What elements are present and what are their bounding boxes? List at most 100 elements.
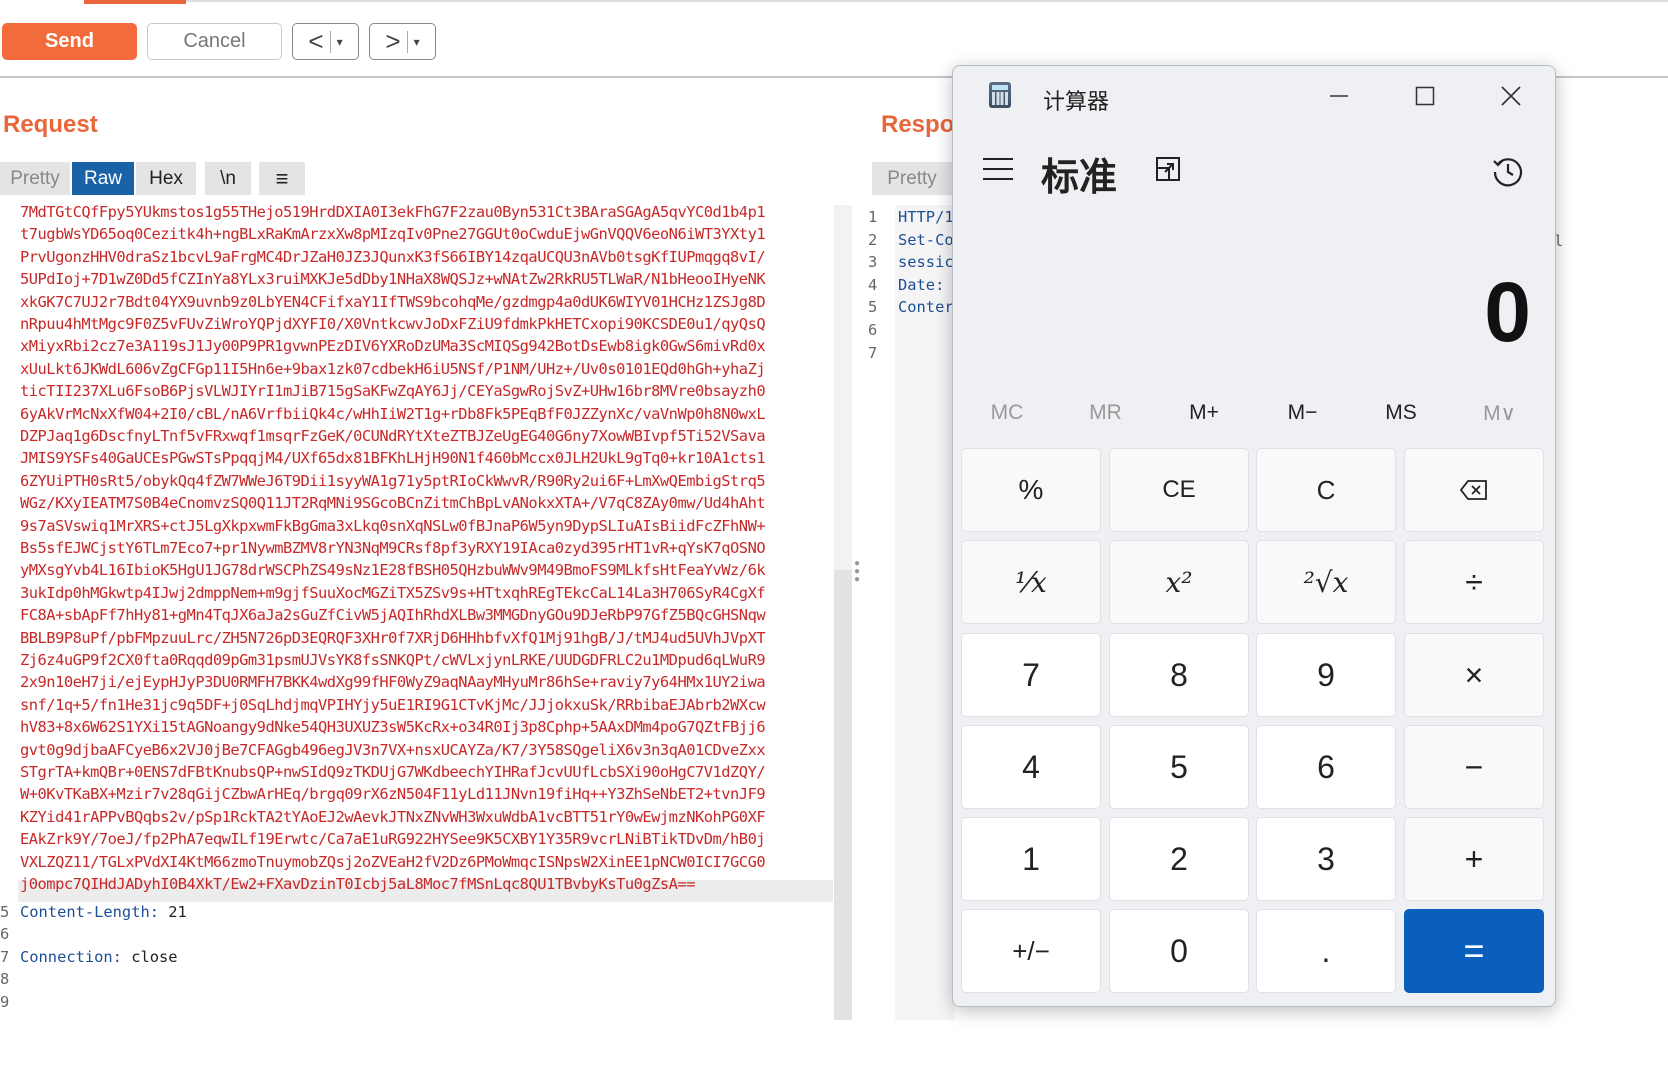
- header-name: Content-Length: [20, 903, 150, 921]
- request-body-line: nRpuu4hMtMgc9F0Z5vFUvZiWroYQPjdXYFI0/X0V…: [20, 315, 766, 333]
- send-button[interactable]: Send: [2, 23, 137, 60]
- pane-resize-handle[interactable]: ● ● ●: [852, 559, 862, 590]
- header-colon: :: [149, 903, 160, 921]
- digit-2-key[interactable]: 2: [1109, 817, 1249, 901]
- request-body-line: Bs5sfEJWCjstY6TLm7Eco7+pr1NywmBZMV8rYN3N…: [20, 539, 766, 557]
- result-display: 0: [1484, 265, 1531, 359]
- request-body-line: FC8A+sbApFf7hHy81+gMn4TqJX6aJa2sGuZfCivW…: [20, 606, 766, 625]
- minimize-icon[interactable]: [1319, 80, 1359, 112]
- response-editor-background: [895, 205, 955, 1020]
- memory-add-button[interactable]: M+: [1155, 401, 1253, 433]
- request-body-line: Zj6z4uGP9f2CX0fta0Rqqd09pGm31psmUJVsYK8f…: [20, 651, 766, 669]
- request-body-line: PrvUgonzHHV0draSz1bcvL9aFrgMC4DrJZaH0JZ3…: [20, 247, 766, 266]
- request-body-line: 9s7aSVswiq1MrXRS+ctJ5LgXkpxwmFkBgGma3xLk…: [20, 516, 766, 535]
- request-body-line: 3ukIdp0hMGkwtp4IJwj2dmppNem+m9gjfSuuXocM…: [20, 583, 766, 602]
- request-body-line: j0ompc7QIHdJADyhI0B4XkT/Ew2+FXavDzinT0Ic…: [20, 875, 695, 893]
- add-key[interactable]: +: [1404, 817, 1544, 901]
- keep-on-top-icon[interactable]: [1153, 154, 1183, 184]
- square-root-key[interactable]: ²√x: [1256, 540, 1396, 624]
- response-line: HTTP/1: [898, 208, 954, 226]
- dropdown-arrow-icon[interactable]: ▾: [337, 35, 343, 49]
- header-value: close: [121, 947, 178, 966]
- percent-key[interactable]: %: [961, 448, 1101, 532]
- request-scrollbar-thumb[interactable]: [834, 570, 852, 1020]
- digit-6-key[interactable]: 6: [1256, 725, 1396, 809]
- square-root-label: ²√x: [1303, 565, 1349, 599]
- reciprocal-key[interactable]: ⅟x: [961, 540, 1101, 624]
- response-line-number: 6: [868, 321, 878, 339]
- request-body-line: t7ugbWsYD65oq0Cezitk4h+ngBLxRaKmArzxXw8p…: [20, 225, 766, 244]
- square-label: x²: [1165, 565, 1193, 599]
- response-line: Conter: [898, 298, 954, 317]
- digit-7-key[interactable]: 7: [961, 633, 1101, 717]
- digit-8-key[interactable]: 8: [1109, 633, 1249, 717]
- request-body-line: EAkZrk9Y/7oeJ/fp2PhA7eqwILf19Erwtc/Ca7aE…: [20, 830, 766, 849]
- response-line-number: 3: [868, 253, 878, 272]
- tab-newline-toggle[interactable]: \n: [205, 162, 251, 195]
- request-body-line: gvt0g9djbaAFCyeB6x2VJ0jBe7CFAGgb496egJV3…: [20, 740, 766, 759]
- tab-pretty[interactable]: Pretty: [0, 162, 70, 195]
- button-divider: [329, 30, 331, 53]
- cancel-button[interactable]: Cancel: [147, 23, 282, 60]
- square-key[interactable]: x²: [1109, 540, 1249, 624]
- request-body-line: 7MdTGtCQfFpy5YUkmstos1g55THejo519HrdDXIA…: [20, 203, 766, 221]
- button-divider: [406, 30, 408, 53]
- request-body-line: VXLZQZ11/TGLxPVdXI4KtM66zmoTnuymobZQsj2o…: [20, 852, 766, 871]
- digit-4-key[interactable]: 4: [961, 725, 1101, 809]
- response-line-number: 7: [868, 343, 878, 362]
- request-body-line: xkGK7C7UJ2r7Bdt04YX9uvnb9z0LbYEN4CFifxaY…: [20, 292, 766, 311]
- clear-key[interactable]: C: [1256, 448, 1396, 532]
- header-line: Connection: close: [20, 948, 178, 966]
- request-body-line: xMiyxRbi2cz7e3A119sJ1Jy00P9PR1gvwnPEzDIV…: [20, 337, 766, 356]
- dropdown-arrow-icon[interactable]: ▾: [414, 35, 420, 49]
- navigation-menu-icon[interactable]: [983, 158, 1013, 188]
- equals-key[interactable]: =: [1404, 909, 1544, 993]
- header-name: Connection: [20, 947, 113, 966]
- tab-strip-border: [186, 0, 1668, 2]
- response-line-number: 2: [868, 230, 878, 249]
- request-body-line: 5UPdIoj+7D1wZ0Dd5fCZInYa8YLx3ruiMXKJe5dD…: [20, 270, 766, 289]
- request-body-line: BBLB9P8uPf/pbFMpzuuLrc/ZH5N726pD3EQRQF3X…: [20, 628, 766, 647]
- close-icon[interactable]: [1491, 80, 1531, 112]
- tab-hex[interactable]: Hex: [136, 162, 196, 195]
- memory-recall-button: MR: [1089, 401, 1122, 424]
- request-body-line: WGz/KXyIEATM7S0B4eCnomvzSQ0Q11JT2RqMNi9S…: [20, 494, 766, 513]
- subtract-key[interactable]: −: [1404, 725, 1544, 809]
- maximize-icon[interactable]: [1405, 80, 1445, 112]
- header-colon: :: [112, 947, 122, 966]
- memory-subtract-button[interactable]: M−: [1254, 401, 1352, 433]
- response-line: sessic: [898, 253, 954, 272]
- memory-store-button[interactable]: MS: [1352, 401, 1450, 433]
- response-line-number: 1: [868, 208, 878, 226]
- request-body-line: W+0KvTKaBX+Mzir7v28qGijCZbwArHEq/brgq09r…: [20, 785, 766, 804]
- digit-3-key[interactable]: 3: [1256, 817, 1396, 901]
- calculator-window[interactable]: 计算器 标准 0 MC MR M+ M− MS M∨ % CE C ⅟x x² ²√x ÷…: [952, 65, 1556, 1007]
- chevron-left-icon: <: [308, 26, 324, 56]
- digit-5-key[interactable]: 5: [1109, 725, 1249, 809]
- line-number: 8: [0, 970, 10, 989]
- negate-key[interactable]: +/−: [961, 909, 1101, 993]
- digit-9-key[interactable]: 9: [1256, 633, 1396, 717]
- response-line-number: 5: [868, 298, 878, 317]
- response-tab-pretty[interactable]: Pretty: [872, 162, 952, 195]
- request-body-line: 6ZYUiPTH0sRt5/obykQq4fZW7WWeJ6T9Dii1syyW…: [20, 471, 766, 490]
- tab-raw[interactable]: Raw: [72, 162, 134, 195]
- line-number: 6: [0, 925, 10, 944]
- backspace-key[interactable]: [1404, 448, 1544, 532]
- divide-key[interactable]: ÷: [1404, 540, 1544, 624]
- digit-0-key[interactable]: 0: [1109, 909, 1249, 993]
- history-back-button[interactable]: < ▾: [292, 23, 359, 60]
- decimal-key[interactable]: .: [1256, 909, 1396, 993]
- header-line: Content-Length: 21: [20, 903, 187, 921]
- memory-clear-button: MC: [990, 401, 1024, 424]
- multiply-key[interactable]: ×: [1404, 633, 1544, 717]
- request-body-line: 2x9n10eH7ji/ejEypHJyP3DU0RMFH7BKK4wdXg99…: [20, 673, 766, 692]
- menu-icon[interactable]: ≡: [259, 162, 305, 195]
- request-body-line: ticTII237XLu6FsoB6PjsVLWJIYrI1mJiB715gSa…: [20, 382, 766, 401]
- request-body-line: xUuLkt6JKWdL606vZgCFGp11I5Hn6e+9bax1zk07…: [20, 359, 766, 378]
- history-icon[interactable]: [1491, 154, 1525, 188]
- digit-1-key[interactable]: 1: [961, 817, 1101, 901]
- active-tab-indicator: [84, 0, 186, 4]
- history-forward-button[interactable]: > ▾: [369, 23, 436, 60]
- clear-entry-key[interactable]: CE: [1109, 448, 1249, 532]
